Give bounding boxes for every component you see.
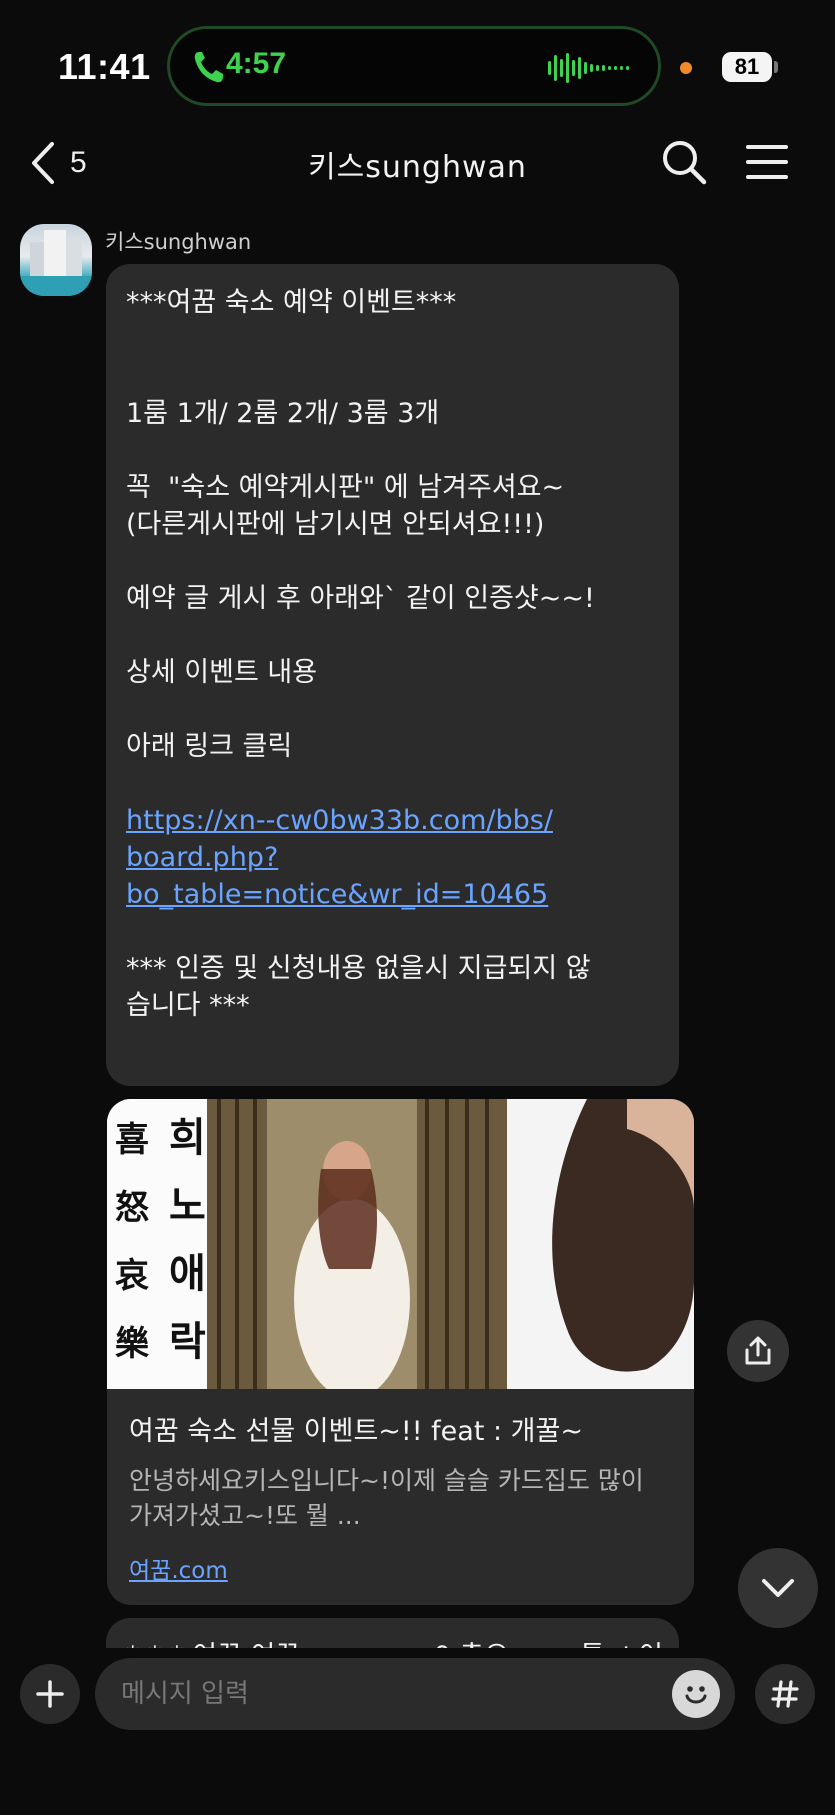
- preview-title: 여꿈 숙소 선물 이벤트~!! feat : 개꿀~: [129, 1416, 583, 1447]
- hanja-char: 樂: [115, 1324, 150, 1364]
- message-line: *** 인증 및 신청내용 없을시 지급되지 않: [126, 953, 591, 984]
- hashtag-button[interactable]: [755, 1664, 815, 1724]
- emoji-icon: [685, 1686, 707, 1704]
- link-preview-card[interactable]: 喜 怒 哀 樂 희 노 애 락 여꿈 숙소 선물 이벤트~!! feat : 개…: [107, 1099, 694, 1605]
- sender-name: 키스sunghwan: [105, 230, 252, 254]
- call-duration: 4:57: [226, 47, 287, 80]
- hangul-char: 희: [169, 1115, 206, 1161]
- message-link[interactable]: board.php?: [126, 839, 659, 876]
- hanja-char: 喜: [115, 1120, 149, 1160]
- message-line: 아래 링크 클릭: [126, 731, 293, 762]
- share-button[interactable]: [727, 1320, 789, 1382]
- preview-image: 喜 怒 哀 樂 희 노 애 락: [107, 1099, 694, 1389]
- message-input-bar: [0, 1648, 835, 1815]
- chat-header: 5 키스sunghwan: [0, 120, 835, 205]
- audio-wave-icon: [548, 53, 629, 83]
- chat-title: 키스sunghwan: [308, 150, 527, 185]
- battery-level: 81: [722, 52, 772, 82]
- status-bar: 11:41 4:57 81: [0, 0, 835, 120]
- message-line: ***여꿈 숙소 예약 이벤트***: [126, 287, 457, 318]
- battery-nub: [774, 61, 778, 73]
- message-line: 습니다 ***: [126, 990, 250, 1021]
- call-indicator[interactable]: 4:57: [167, 26, 661, 106]
- hanja-char: 哀: [115, 1256, 149, 1296]
- preview-description: 안녕하세요키스입니다~!이제 슬슬 카드집도 많이 가져가셨고~!또 뭘 ...: [129, 1466, 644, 1530]
- message-bubble[interactable]: ***여꿈 숙소 예약 이벤트*** 1룸 1개/ 2룸 2개/ 3룸 3개 꼭…: [106, 264, 679, 1086]
- sender-avatar[interactable]: [20, 224, 92, 296]
- hangul-char: 락: [169, 1319, 206, 1365]
- avatar-image: [20, 230, 92, 296]
- search-icon[interactable]: [660, 138, 708, 186]
- plus-icon: [36, 1680, 64, 1708]
- attach-button[interactable]: [20, 1664, 80, 1724]
- message-line: 상세 이벤트 내용: [126, 657, 318, 688]
- emoji-button[interactable]: [672, 1670, 720, 1718]
- message-line: 꼭 "숙소 예약게시판" 에 남겨주셔요~: [126, 472, 565, 503]
- message-line: 예약 글 게시 후 아래와` 같이 인증샷~~!: [126, 583, 595, 614]
- chevron-down-icon: [762, 1579, 794, 1597]
- message-line: 1룸 1개/ 2룸 2개/ 3룸 3개: [126, 398, 440, 429]
- hanja-char: 怒: [115, 1188, 149, 1228]
- preview-domain-link[interactable]: 여꿈.com: [129, 1551, 228, 1585]
- scroll-to-bottom-button[interactable]: [738, 1548, 818, 1628]
- privacy-indicator-dot: [680, 62, 692, 74]
- message-link[interactable]: bo_table=notice&wr_id=10465: [126, 876, 659, 913]
- hashtag-icon: [771, 1680, 799, 1708]
- phone-icon: [194, 52, 223, 83]
- message-line: (다른게시판에 남기시면 안되셔요!!!): [126, 509, 545, 540]
- hangul-char: 애: [169, 1251, 206, 1297]
- share-icon: [745, 1336, 771, 1365]
- clock-time: 11:41: [58, 46, 151, 87]
- next-message-bubble[interactable]: * * * 여꿈 여꿈 ~ ~ ~ ~ 0 축으 ~ ~ 특 ㅎ이 ㅅ: [106, 1618, 679, 1648]
- message-link[interactable]: https://xn--cw0bw33b.com/bbs/: [126, 802, 659, 839]
- hamburger-menu-icon[interactable]: [745, 140, 789, 184]
- hangul-char: 노: [169, 1183, 206, 1229]
- message-input[interactable]: [95, 1658, 735, 1730]
- next-message-text: * * * 여꿈 여꿈 ~ ~ ~ ~ 0 축으 ~ ~ 특 ㅎ이 ㅅ: [106, 1618, 679, 1648]
